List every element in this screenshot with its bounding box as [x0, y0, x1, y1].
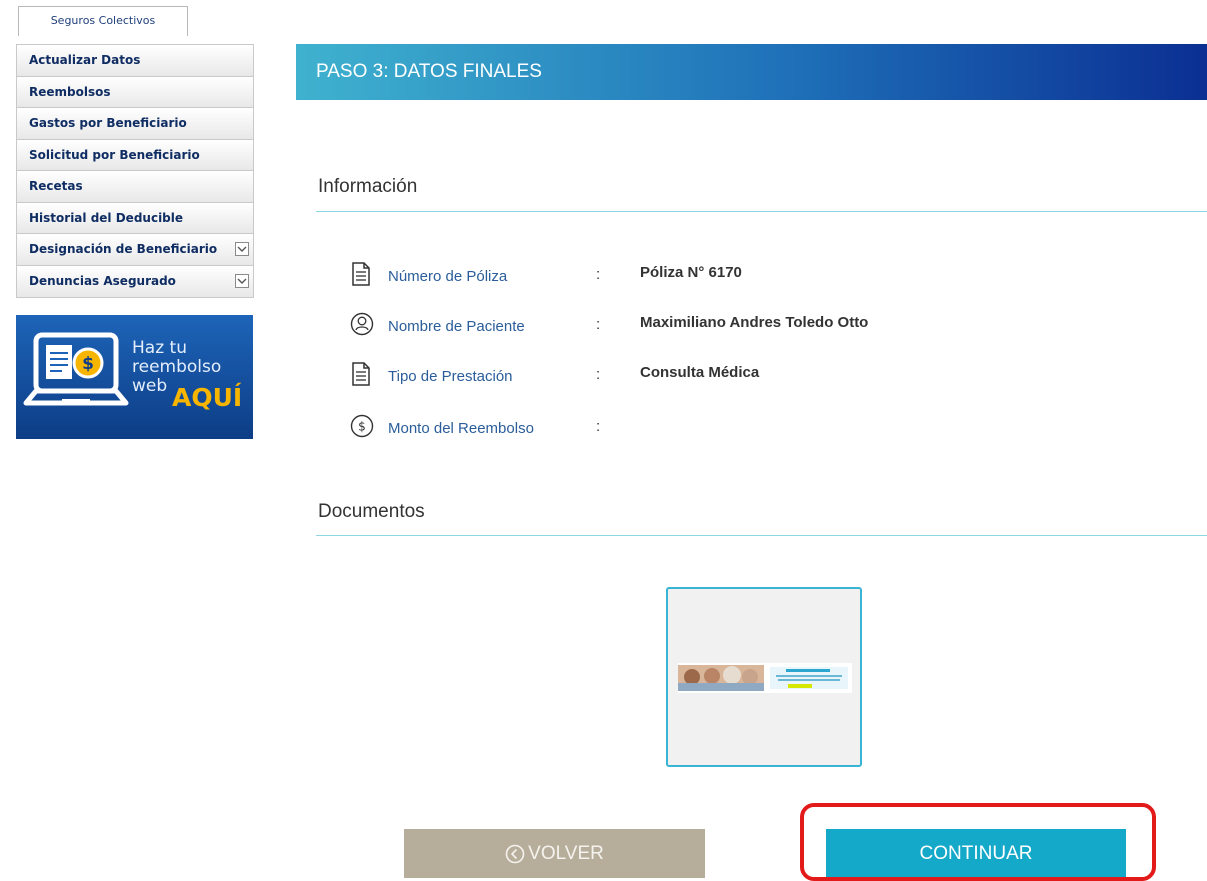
svg-text:$: $: [358, 420, 366, 434]
sidebar-item-gastos-por-beneficiario[interactable]: Gastos por Beneficiario: [17, 108, 253, 140]
sidebar-item-denuncias-asegurado[interactable]: Denuncias Asegurado: [17, 265, 253, 297]
banner-text-line3: web: [132, 376, 168, 396]
info-label: Tipo de Prestación: [388, 368, 513, 385]
section-divider: [316, 211, 1207, 212]
document-icon: [352, 262, 370, 286]
continuar-button[interactable]: CONTINUAR: [826, 829, 1126, 878]
volver-button-label: VOLVER: [528, 843, 604, 864]
sidebar-item-designacion-beneficiario[interactable]: Designación de Beneficiario: [17, 234, 253, 266]
sidebar-item-actualizar-datos[interactable]: Actualizar Datos: [17, 45, 253, 77]
sidebar-menu: Actualizar Datos Reembolsos Gastos por B…: [16, 44, 254, 298]
document-thumbnail[interactable]: [666, 587, 862, 767]
sidebar-item-reembolsos[interactable]: Reembolsos: [17, 76, 253, 108]
info-label: Nombre de Paciente: [388, 318, 525, 335]
banner-highlight: AQUÍ: [172, 383, 243, 412]
banner-text-line2: reembolso: [132, 357, 222, 377]
chevron-down-icon[interactable]: [235, 242, 249, 256]
info-value-prestacion: Consulta Médica: [640, 364, 760, 381]
sidebar-item-label: Gastos por Beneficiario: [29, 116, 187, 130]
info-separator: :: [596, 316, 601, 333]
laptop-refund-icon: $: [23, 332, 129, 406]
info-value-paciente: Maximiliano Andres Toledo Otto: [640, 314, 869, 331]
sidebar-item-label: Recetas: [29, 179, 83, 193]
chevron-down-icon[interactable]: [235, 273, 249, 288]
sidebar-item-label: Reembolsos: [29, 84, 111, 99]
sidebar-item-recetas[interactable]: Recetas: [17, 171, 253, 203]
info-label: Número de Póliza: [388, 268, 508, 285]
svg-text:$: $: [82, 354, 94, 374]
sidebar-item-label: Designación de Beneficiario: [29, 242, 218, 256]
tab-seguros-colectivos[interactable]: Seguros Colectivos: [18, 6, 188, 36]
info-separator: :: [596, 418, 601, 435]
info-label: Monto del Reembolso: [388, 420, 534, 437]
info-section-title: Información: [318, 176, 418, 197]
sidebar-item-label: Historial del Deducible: [29, 210, 184, 225]
info-separator: :: [596, 366, 601, 383]
sidebar-item-solicitud-por-beneficiario[interactable]: Solicitud por Beneficiario: [17, 139, 253, 171]
volver-button[interactable]: VOLVER: [404, 829, 705, 878]
banner-text-line1: Haz tu: [132, 338, 187, 358]
section-divider: [316, 535, 1207, 536]
continuar-button-label: CONTINUAR: [919, 843, 1033, 864]
info-separator: :: [596, 266, 601, 283]
document-icon: [352, 362, 370, 386]
dollar-circle-icon: $: [350, 414, 374, 438]
sidebar-item-label: Solicitud por Beneficiario: [29, 147, 200, 162]
user-icon: [350, 312, 374, 336]
step-title: PASO 3: DATOS FINALES: [296, 44, 1207, 100]
sidebar-item-historial-deducible[interactable]: Historial del Deducible: [17, 202, 253, 234]
documents-section-title: Documentos: [318, 501, 425, 522]
sidebar-item-label: Actualizar Datos: [29, 53, 141, 67]
info-value-poliza: Póliza N° 6170: [640, 264, 742, 281]
chevron-left-circle-icon: [505, 844, 525, 864]
document-preview-image: [678, 663, 852, 693]
sidebar-item-label: Denuncias Asegurado: [29, 273, 176, 288]
reembolso-web-banner[interactable]: $ Haz tu reembolso web AQUÍ: [16, 315, 253, 439]
